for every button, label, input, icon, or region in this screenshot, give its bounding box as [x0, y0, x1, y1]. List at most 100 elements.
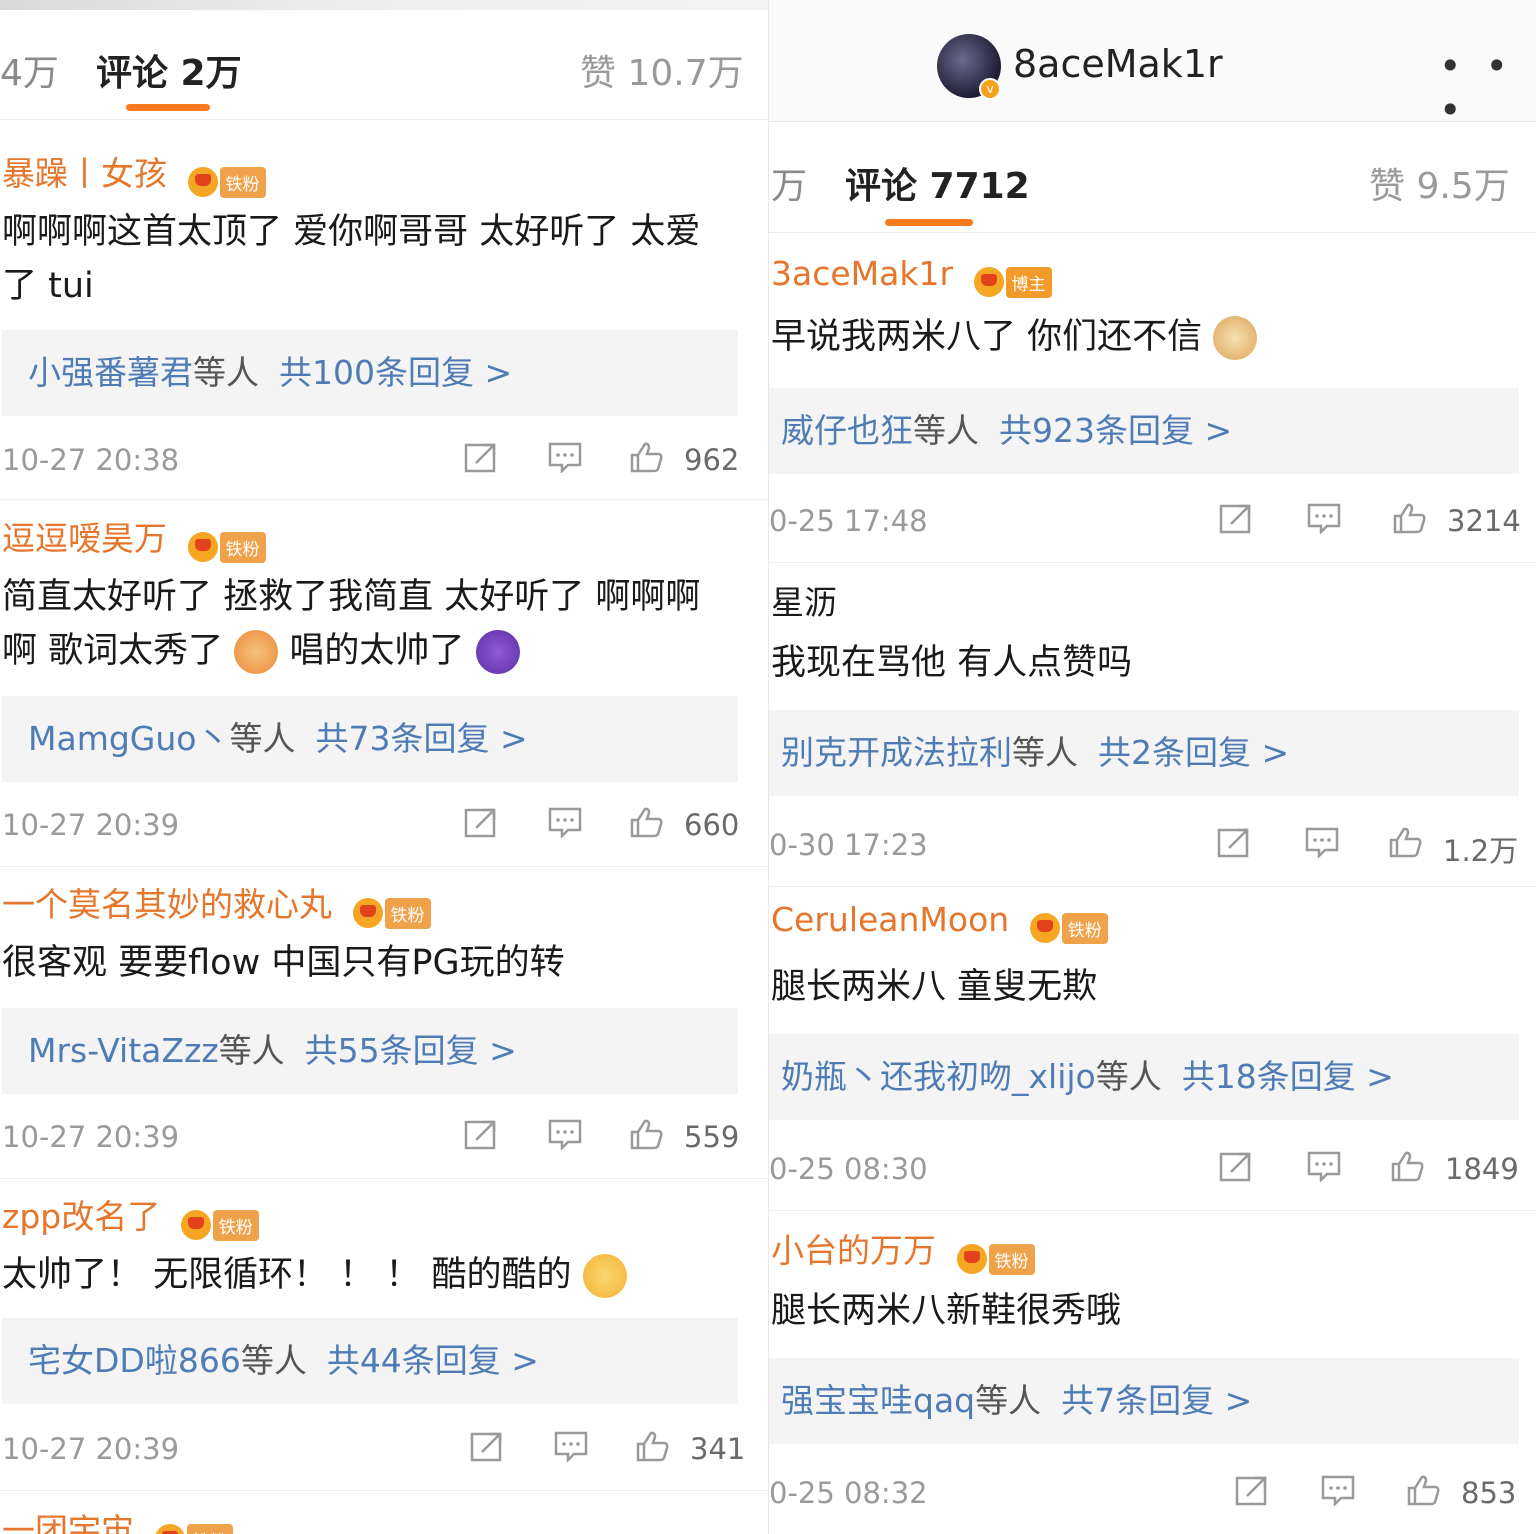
- reply-count-link[interactable]: 共55条回复 >: [305, 1031, 517, 1070]
- doge-emoji-icon: [1213, 316, 1258, 360]
- reply-count-link[interactable]: 共73条回复 >: [315, 719, 527, 758]
- author-name[interactable]: 逗逗嗳昊万: [2, 519, 167, 558]
- author-name[interactable]: 一团宇宙: [2, 1511, 134, 1534]
- author-name[interactable]: 小台的万万: [771, 1231, 936, 1270]
- comment-author[interactable]: 星沥: [771, 576, 837, 624]
- comment-author[interactable]: 小台的万万 铁粉: [771, 1224, 1035, 1275]
- reply-users[interactable]: 别克开成法拉利: [781, 733, 1012, 772]
- share-icon[interactable]: [464, 441, 498, 473]
- reply-count-link[interactable]: 共100条回复 >: [279, 353, 512, 392]
- reply-count-link[interactable]: 共44条回复 >: [327, 1341, 539, 1380]
- comment-author[interactable]: 一个莫名其妙的救心丸 铁粉: [2, 878, 431, 929]
- tab-bar: 万 评论 7712 赞 9.5万: [769, 123, 1536, 233]
- share-icon[interactable]: [1235, 1474, 1269, 1506]
- share-icon[interactable]: [1219, 1150, 1253, 1182]
- author-name[interactable]: zpp改名了: [2, 1197, 160, 1236]
- reply-and: 等人: [193, 353, 259, 392]
- reply-and: 等人: [1012, 733, 1078, 772]
- comment-icon[interactable]: [554, 1430, 588, 1464]
- comment-author[interactable]: 暴躁丨女孩 铁粉: [2, 147, 266, 198]
- thumbs-up-icon[interactable]: [1389, 826, 1423, 858]
- tab-reposts[interactable]: 4万: [0, 44, 59, 96]
- reply-count-link[interactable]: 共18条回复 >: [1182, 1057, 1394, 1096]
- comment-text: 太帅了！ 无限循环！ ！ ！ 酷的酷的: [2, 1248, 732, 1302]
- thumbs-up-icon[interactable]: [630, 806, 664, 838]
- reply-and: 等人: [218, 1031, 285, 1070]
- reply-users[interactable]: 强宝宝哇qaq: [781, 1381, 975, 1420]
- tab-reposts[interactable]: 万: [771, 157, 807, 209]
- reply-users[interactable]: 威仔也狂: [781, 411, 913, 450]
- comment-icon[interactable]: [1321, 1474, 1355, 1508]
- tab-active-indicator: [126, 104, 210, 111]
- comment-text: 腿长两米八新鞋很秀哦: [771, 1291, 1122, 1331]
- reply-summary[interactable]: 宅女DD啦866等人 共44条回复 >: [2, 1318, 738, 1404]
- more-icon[interactable]: • • •: [1439, 44, 1536, 132]
- comment-text: 腿长两米八 童叟无欺: [771, 967, 1098, 1007]
- comment-icon[interactable]: [1307, 1150, 1341, 1184]
- like-count: 3214: [1447, 504, 1521, 538]
- reply-count-link[interactable]: 共923条回复 >: [999, 411, 1232, 450]
- reply-count-link[interactable]: 共2条回复 >: [1098, 733, 1289, 772]
- comment-author[interactable]: zpp改名了 铁粉: [2, 1190, 259, 1241]
- thumbs-up-icon[interactable]: [630, 1118, 664, 1150]
- author-name[interactable]: 3aceMak1r: [771, 254, 953, 293]
- comment-icon[interactable]: [1305, 826, 1339, 860]
- fan-badge: 铁粉: [154, 1518, 233, 1534]
- tab-likes[interactable]: 赞 9.5万: [1369, 157, 1510, 209]
- reply-summary[interactable]: 小强番薯君等人 共100条回复 >: [2, 330, 738, 416]
- comment-icon[interactable]: [1307, 502, 1341, 536]
- author-name[interactable]: 一个莫名其妙的救心丸: [2, 885, 332, 924]
- share-icon[interactable]: [464, 1118, 498, 1150]
- reply-users[interactable]: 宅女DD啦866: [28, 1341, 241, 1380]
- share-icon[interactable]: [470, 1430, 504, 1462]
- reply-summary[interactable]: MamgGuo丶等人 共73条回复 >: [2, 696, 738, 782]
- comment-icon[interactable]: [548, 441, 582, 475]
- badge-label: 铁粉: [219, 531, 266, 563]
- comment-text: 啊啊啊这首太顶了 爱你啊哥哥 太好听了 太爱了 tui: [2, 212, 701, 306]
- crown-icon: [187, 532, 218, 562]
- comment-author[interactable]: 3aceMak1r 博主: [771, 254, 1052, 298]
- reply-users[interactable]: Mrs-VitaZzz: [28, 1031, 219, 1070]
- comment-time: 10-27 20:39: [2, 1120, 180, 1154]
- reply-count-link[interactable]: 共7条回复 >: [1061, 1381, 1252, 1420]
- thumbs-up-icon[interactable]: [1407, 1474, 1441, 1506]
- share-icon[interactable]: [464, 806, 498, 838]
- share-icon[interactable]: [1219, 502, 1253, 534]
- comment-author[interactable]: 一团宇宙 铁粉: [2, 1504, 233, 1534]
- thumbs-up-icon[interactable]: [1393, 502, 1427, 534]
- author-name[interactable]: 星沥: [771, 583, 837, 622]
- profile-name[interactable]: 8aceMak1r: [1013, 42, 1223, 86]
- fan-badge: 铁粉: [1029, 907, 1108, 944]
- comment-author[interactable]: 逗逗嗳昊万 铁粉: [2, 512, 266, 563]
- reply-and: 等人: [913, 411, 979, 450]
- share-icon[interactable]: [1217, 826, 1251, 858]
- thumbs-up-icon[interactable]: [630, 441, 664, 473]
- reply-summary[interactable]: 强宝宝哇qaq等人 共7条回复 >: [769, 1358, 1519, 1444]
- badge-label: 铁粉: [988, 1243, 1035, 1275]
- reply-and: 等人: [240, 1341, 307, 1380]
- reply-summary[interactable]: 威仔也狂等人 共923条回复 >: [769, 388, 1519, 474]
- divider: [0, 1178, 768, 1179]
- author-name[interactable]: 暴躁丨女孩: [2, 154, 167, 193]
- comment-time: 0-30 17:23: [769, 828, 928, 862]
- comment-icon[interactable]: [548, 806, 582, 840]
- tab-comments[interactable]: 评论 2万: [96, 44, 242, 96]
- reply-summary[interactable]: 奶瓶丶还我初吻_xlijo等人 共18条回复 >: [769, 1034, 1519, 1120]
- comment-icon[interactable]: [548, 1118, 582, 1152]
- comment-text: 早说我两米八了 你们还不信: [771, 310, 1501, 364]
- comment-author[interactable]: CeruleanMoon 铁粉: [771, 900, 1108, 944]
- tab-likes[interactable]: 赞 10.7万: [580, 44, 744, 96]
- reply-summary[interactable]: Mrs-VitaZzz等人 共55条回复 >: [2, 1008, 738, 1094]
- tab-comments[interactable]: 评论 7712: [845, 157, 1030, 209]
- thumbs-up-icon[interactable]: [636, 1430, 670, 1462]
- tab-active-indicator: [885, 219, 973, 226]
- verified-badge-icon: v: [979, 78, 1001, 100]
- reply-users[interactable]: 小强番薯君: [28, 353, 193, 392]
- divider: [0, 1490, 768, 1491]
- left-comments-panel: 4万 评论 2万 赞 10.7万 暴躁丨女孩 铁粉 啊啊啊这首太顶了 爱你啊哥哥…: [0, 0, 768, 1534]
- reply-summary[interactable]: 别克开成法拉利等人 共2条回复 >: [769, 710, 1519, 796]
- thumbs-up-icon[interactable]: [1391, 1150, 1425, 1182]
- reply-users[interactable]: 奶瓶丶还我初吻_xlijo: [781, 1057, 1096, 1096]
- author-name[interactable]: CeruleanMoon: [771, 900, 1009, 939]
- reply-users[interactable]: MamgGuo丶: [28, 719, 229, 758]
